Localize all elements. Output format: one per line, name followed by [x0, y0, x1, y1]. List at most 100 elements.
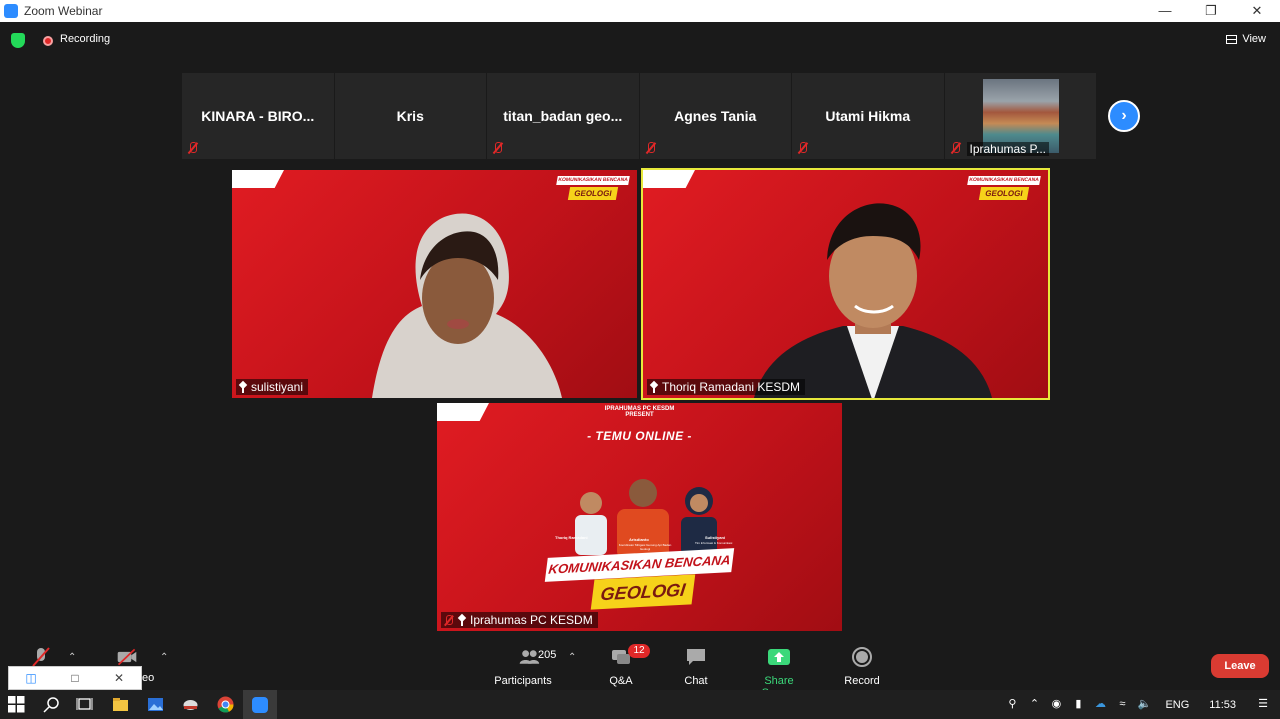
participant-name: Iprahumas PC KESDM — [470, 613, 593, 627]
mic-muted-icon — [645, 142, 657, 154]
window-titlebar: Zoom Webinar — ❐ ✕ — [0, 0, 1280, 22]
mic-muted-icon — [444, 614, 454, 626]
participant-name: Thoriq Ramadani KESDM — [662, 380, 801, 394]
windows-taskbar: ⚲ ⌃ ◉ ▮ ☁ ≈ 🔈 ENG 11:53 ☰ — [0, 690, 1280, 719]
restore-button[interactable]: ❐ — [1188, 0, 1234, 22]
windows-start-icon[interactable] — [8, 696, 25, 713]
notifications-icon[interactable]: ☰ — [1246, 690, 1280, 719]
participants-icon — [519, 650, 540, 664]
poster-speaker-3-role: Tim Informasi & Komunikasi — [695, 541, 733, 545]
show-hidden-icons-chevron-icon[interactable]: ⌃ — [1023, 690, 1045, 719]
participant-name: Utami Hikma — [825, 108, 911, 124]
pin-icon — [458, 615, 466, 626]
badge-sub: KOMUNIKASIKAN BENCANA — [967, 176, 1041, 185]
view-grid-icon — [1226, 34, 1238, 44]
participant-name: Agnes Tania — [674, 108, 757, 124]
participant-label: Thoriq Ramadani KESDM — [647, 379, 806, 395]
zoom-taskbar-button[interactable] — [243, 690, 277, 719]
meeting-topbar: Recording View — [0, 22, 1280, 58]
close-button[interactable]: ✕ — [1234, 0, 1280, 22]
window-title: Zoom Webinar — [24, 4, 103, 18]
poster-speaker-2: Arisdianto — [629, 537, 649, 542]
record-label: Record — [844, 675, 880, 687]
recording-label[interactable]: Recording — [60, 33, 110, 45]
poster-present-text: PRESENT — [625, 412, 654, 418]
participants-options-caret-icon[interactable]: ⌃ — [568, 652, 576, 663]
zoom-app-icon — [4, 4, 18, 18]
zoom-preview-icon: ◫ — [25, 671, 37, 685]
search-icon[interactable] — [43, 696, 60, 713]
participant-tile[interactable]: Agnes Tania — [639, 73, 792, 159]
view-button[interactable]: View — [1226, 33, 1266, 45]
zoom-icon — [252, 697, 268, 713]
next-page-chevron-icon[interactable]: › — [1108, 100, 1140, 132]
chat-icon — [687, 649, 705, 665]
app-icon[interactable] — [182, 696, 199, 713]
participant-strip: KINARA - BIRO... Kris titan_badan geo...… — [182, 73, 1097, 159]
participant-label: sulistiyani — [236, 379, 309, 395]
photos-icon[interactable] — [147, 696, 164, 713]
mic-muted-icon — [32, 647, 50, 667]
restore-preview-icon[interactable]: □ — [53, 671, 97, 685]
language-indicator[interactable]: ENG — [1155, 699, 1199, 711]
video-label-partial: eo — [142, 672, 155, 684]
video-tile-iprahumas[interactable]: IPRAHUMAS PC KESDM PRESENT - TEMU ONLINE… — [437, 403, 842, 631]
volume-icon[interactable]: 🔈 — [1133, 690, 1155, 719]
mic-muted-icon — [187, 142, 199, 154]
onedrive-cloud-icon[interactable]: ☁ — [1089, 690, 1111, 719]
poster-brand: IPRAHUMAS PC KESDM PRESENT — [437, 406, 842, 418]
pin-icon — [650, 382, 658, 393]
poster-speaker-3: Sulistiyani — [705, 535, 726, 540]
poster-title: - TEMU ONLINE - — [587, 429, 692, 443]
video-tile-thoriq[interactable]: KOMUNIKASIKAN BENCANA GEOLOGI Thoriq Ram… — [641, 168, 1050, 400]
meeting-toolbar: ⌃ ⌃ Participants 205 ⌃ Q&A 12 Chat Share… — [0, 638, 1280, 699]
participant-name: sulistiyani — [251, 380, 304, 394]
participant-video-person — [754, 203, 992, 398]
minimize-button[interactable]: — — [1142, 0, 1188, 22]
participant-tile[interactable]: Utami Hikma — [792, 73, 945, 159]
wifi-icon[interactable]: ≈ — [1111, 690, 1133, 719]
task-view-icon[interactable] — [76, 696, 93, 713]
people-icon[interactable]: ⚲ — [1001, 690, 1023, 719]
video-options-caret-icon[interactable]: ⌃ — [160, 652, 168, 663]
participant-label: Iprahumas PC KESDM — [441, 612, 598, 628]
video-off-icon — [117, 648, 137, 666]
record-button[interactable]: Record — [844, 646, 880, 687]
poster-speaker-1: Thoriq Ramadani — [555, 535, 588, 540]
close-preview-icon[interactable]: ✕ — [97, 671, 141, 685]
battery-icon[interactable]: ▮ — [1067, 690, 1089, 719]
meet-now-icon[interactable]: ◉ — [1045, 690, 1067, 719]
poster-banner-secondary: GEOLOGI — [590, 574, 696, 610]
participant-tile[interactable]: Kris — [334, 73, 487, 159]
record-icon — [852, 647, 872, 667]
recording-dot-icon — [43, 36, 53, 46]
participant-tile-video[interactable]: Iprahumas P... — [944, 73, 1097, 159]
pin-icon — [239, 382, 247, 393]
clock[interactable]: 11:53 — [1199, 699, 1246, 711]
video-tile-sulistiyani[interactable]: KOMUNIKASIKAN BENCANA GEOLOGI sulistiyan… — [232, 170, 637, 398]
chrome-icon[interactable] — [217, 696, 234, 713]
chat-button[interactable]: Chat — [682, 646, 710, 687]
qa-count-badge: 12 — [628, 644, 650, 658]
system-tray: ⚲ ⌃ ◉ ▮ ☁ ≈ 🔈 ENG 11:53 ☰ — [1001, 690, 1280, 719]
mic-muted-icon — [950, 142, 962, 154]
participant-tile[interactable]: titan_badan geo... — [487, 73, 640, 159]
security-shield-icon[interactable] — [11, 33, 25, 48]
badge-sub: KOMUNIKASIKAN BENCANA — [556, 176, 630, 185]
chat-label: Chat — [684, 675, 708, 687]
share-screen-icon — [768, 649, 790, 665]
badge-main: GEOLOGI — [567, 187, 619, 200]
audio-options-caret-icon[interactable]: ⌃ — [68, 652, 76, 663]
mic-muted-icon — [492, 142, 504, 154]
leave-button[interactable]: Leave — [1211, 654, 1269, 678]
participant-tile[interactable]: KINARA - BIRO... — [182, 73, 335, 159]
poster-speaker-2-role: Koordinator Mitigasi Gunung Api Badan Ge… — [618, 543, 672, 551]
participants-count: 205 — [538, 649, 557, 661]
participant-name: KINARA - BIRO... — [201, 108, 315, 124]
participant-name: titan_badan geo... — [503, 108, 623, 124]
mic-muted-icon — [797, 142, 809, 154]
file-explorer-icon[interactable] — [112, 696, 129, 713]
participants-label: Participants — [494, 675, 552, 687]
qa-label: Q&A — [609, 675, 633, 687]
zoom-taskbar-preview[interactable]: ◫ □ ✕ — [8, 666, 142, 690]
